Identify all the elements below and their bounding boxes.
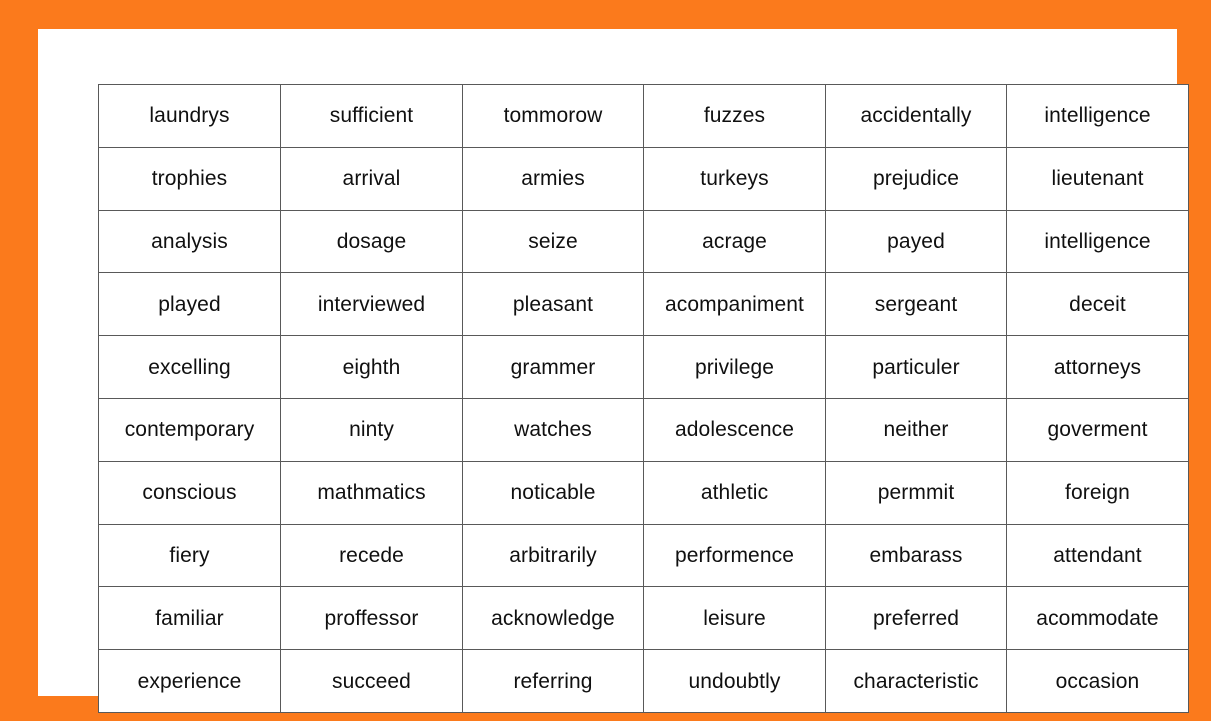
- word-cell: permmit: [825, 460, 1007, 525]
- word-cell: acompaniment: [643, 272, 826, 337]
- word-cell: leisure: [643, 586, 826, 651]
- word-cell: played: [98, 272, 281, 337]
- word-cell: acrage: [643, 209, 826, 274]
- white-page-area: laundrys sufficient tommorow fuzzes acci…: [38, 29, 1189, 713]
- word-cell: interviewed: [280, 272, 463, 337]
- word-cell: attorneys: [1006, 335, 1189, 399]
- word-cell: noticable: [462, 460, 644, 525]
- word-cell: sufficient: [280, 84, 463, 148]
- word-cell: characteristic: [825, 649, 1007, 713]
- word-cell: occasion: [1006, 649, 1189, 713]
- word-cell: lieutenant: [1006, 146, 1189, 211]
- word-cell: intelligence: [1006, 209, 1189, 274]
- word-cell: referring: [462, 649, 644, 713]
- word-cell: familiar: [98, 586, 281, 651]
- word-cell: intelligence: [1006, 84, 1189, 148]
- table-row: laundrys sufficient tommorow fuzzes acci…: [98, 84, 1189, 148]
- word-cell: grammer: [462, 335, 644, 399]
- word-cell: armies: [462, 146, 644, 211]
- page-background: { "theme": { "frame_color": "#FB7A1C", "…: [0, 0, 1211, 721]
- word-cell: watches: [462, 397, 644, 462]
- word-cell: mathmatics: [280, 460, 463, 525]
- word-cell: goverment: [1006, 397, 1189, 462]
- word-cell: undoubtly: [643, 649, 826, 713]
- word-cell: acommodate: [1006, 586, 1189, 651]
- word-cell: embarass: [825, 523, 1007, 588]
- table-row: familiar proffessor acknowledge leisure …: [98, 586, 1189, 651]
- word-cell: acknowledge: [462, 586, 644, 651]
- word-cell: particuler: [825, 335, 1007, 399]
- word-table-container: laundrys sufficient tommorow fuzzes acci…: [98, 84, 1189, 713]
- word-cell: payed: [825, 209, 1007, 274]
- word-cell: trophies: [98, 146, 281, 211]
- word-cell: succeed: [280, 649, 463, 713]
- word-cell: turkeys: [643, 146, 826, 211]
- word-cell: accidentally: [825, 84, 1007, 148]
- word-cell: eighth: [280, 335, 463, 399]
- word-cell: fiery: [98, 523, 281, 588]
- word-cell: preferred: [825, 586, 1007, 651]
- table-row: contemporary ninty watches adolescence n…: [98, 397, 1189, 462]
- word-cell: foreign: [1006, 460, 1189, 525]
- word-cell: recede: [280, 523, 463, 588]
- word-cell: arbitrarily: [462, 523, 644, 588]
- word-cell: neither: [825, 397, 1007, 462]
- word-cell: adolescence: [643, 397, 826, 462]
- word-cell: arrival: [280, 146, 463, 211]
- word-cell: fuzzes: [643, 84, 826, 148]
- word-cell: deceit: [1006, 272, 1189, 337]
- word-cell: ninty: [280, 397, 463, 462]
- word-cell: experience: [98, 649, 281, 713]
- table-row: conscious mathmatics noticable athletic …: [98, 460, 1189, 525]
- word-cell: dosage: [280, 209, 463, 274]
- word-cell: seize: [462, 209, 644, 274]
- word-cell: excelling: [98, 335, 281, 399]
- word-cell: pleasant: [462, 272, 644, 337]
- table-row: experience succeed referring undoubtly c…: [98, 649, 1189, 713]
- table-row: trophies arrival armies turkeys prejudic…: [98, 146, 1189, 211]
- word-cell: sergeant: [825, 272, 1007, 337]
- word-table-body: laundrys sufficient tommorow fuzzes acci…: [98, 84, 1189, 713]
- word-cell: contemporary: [98, 397, 281, 462]
- word-cell: tommorow: [462, 84, 644, 148]
- word-table: laundrys sufficient tommorow fuzzes acci…: [98, 84, 1189, 713]
- table-row: analysis dosage seize acrage payed intel…: [98, 209, 1189, 274]
- word-cell: laundrys: [98, 84, 281, 148]
- word-cell: proffessor: [280, 586, 463, 651]
- word-cell: athletic: [643, 460, 826, 525]
- word-cell: performence: [643, 523, 826, 588]
- word-cell: attendant: [1006, 523, 1189, 588]
- table-row: fiery recede arbitrarily performence emb…: [98, 523, 1189, 588]
- table-row: excelling eighth grammer privilege parti…: [98, 335, 1189, 399]
- table-row: played interviewed pleasant acompaniment…: [98, 272, 1189, 337]
- word-cell: analysis: [98, 209, 281, 274]
- word-cell: prejudice: [825, 146, 1007, 211]
- word-cell: privilege: [643, 335, 826, 399]
- word-cell: conscious: [98, 460, 281, 525]
